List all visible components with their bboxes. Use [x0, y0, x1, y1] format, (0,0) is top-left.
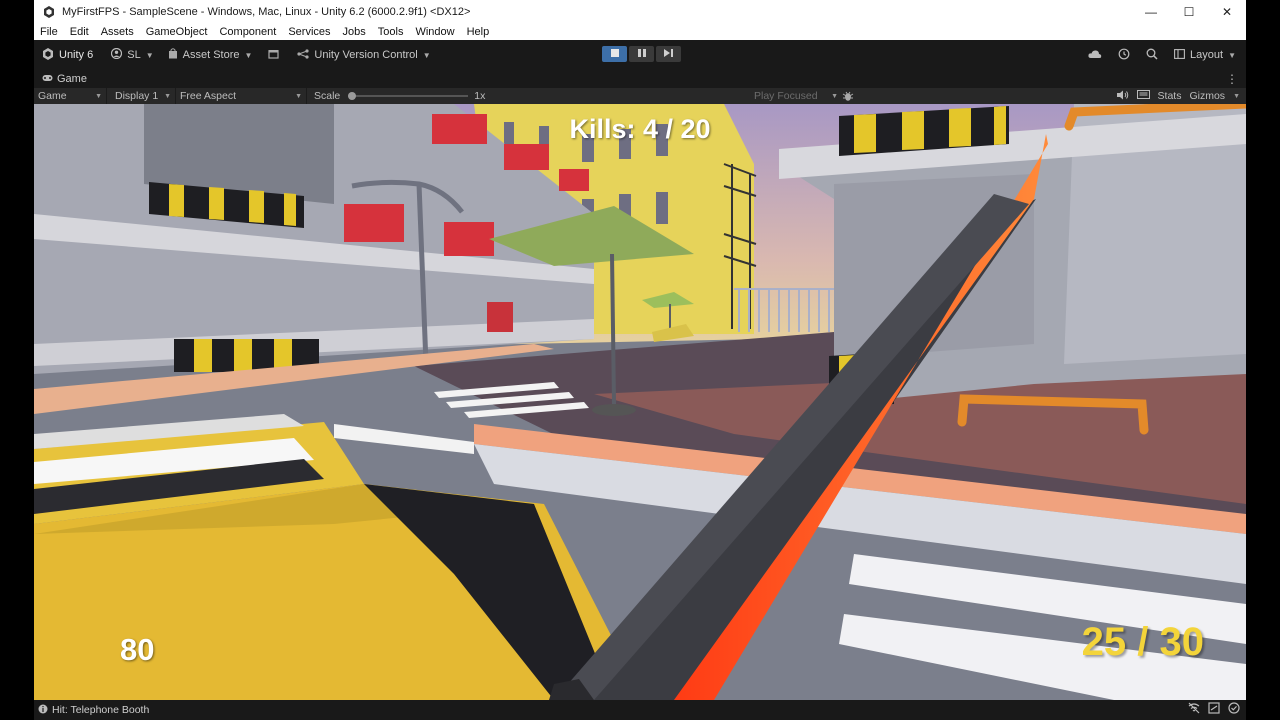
unity-logo-icon: [42, 47, 54, 63]
asset-store-dropdown[interactable]: Asset Store ▼: [168, 48, 253, 62]
menu-edit[interactable]: Edit: [64, 26, 95, 38]
layout-icon: [1174, 48, 1185, 62]
play-stop-button[interactable]: [602, 46, 627, 62]
minimize-button[interactable]: —: [1132, 0, 1170, 24]
chevron-down-icon: ▼: [244, 50, 253, 60]
menu-help[interactable]: Help: [461, 26, 496, 38]
bug-icon[interactable]: [842, 90, 854, 105]
gizmos-button[interactable]: Gizmos: [1189, 90, 1225, 102]
scale-slider[interactable]: [348, 90, 469, 102]
shopping-bag-icon: [168, 48, 178, 62]
game-viewport[interactable]: Kills: 4 / 20 80 25 / 30: [34, 104, 1246, 700]
search-icon[interactable]: [1146, 48, 1158, 63]
version-control-dropdown[interactable]: Unity Version Control ▼: [297, 48, 431, 62]
maximize-button[interactable]: ☐: [1170, 0, 1208, 24]
aspect-label: Free Aspect: [180, 90, 237, 102]
cloud-icon[interactable]: [1088, 49, 1102, 62]
game-scene: [34, 104, 1246, 700]
info-icon: [38, 704, 48, 717]
account-label: SL: [127, 49, 141, 61]
more-options-icon[interactable]: ⋮: [1226, 72, 1238, 86]
layout-label: Layout: [1190, 49, 1224, 61]
step-icon: [664, 48, 673, 60]
menu-bar: File Edit Assets GameObject Component Se…: [34, 24, 1246, 40]
keyboard-icon[interactable]: [1136, 90, 1150, 102]
version-control-icon: [297, 48, 310, 62]
layout-dropdown[interactable]: Layout ▼: [1174, 48, 1236, 62]
game-view-toolbar: Game ▼ Display 1 ▼ Free Aspect ▼ Scale 1…: [34, 88, 1246, 104]
scale-label: Scale: [314, 90, 341, 102]
status-message[interactable]: Hit: Telephone Booth: [52, 704, 149, 716]
scale-value: 1x: [474, 90, 486, 102]
play-controls: [602, 46, 681, 62]
audio-icon[interactable]: [1116, 90, 1129, 103]
packages-button[interactable]: [268, 49, 280, 62]
status-icons: [1188, 702, 1240, 717]
stop-icon: [610, 48, 619, 60]
close-button[interactable]: ✕: [1208, 0, 1246, 24]
menu-file[interactable]: File: [34, 26, 64, 38]
aspect-dropdown[interactable]: Free Aspect ▼: [176, 88, 307, 104]
menu-gameobject[interactable]: GameObject: [140, 26, 214, 38]
version-control-label: Unity Version Control: [314, 49, 418, 61]
chevron-down-icon: ▼: [95, 92, 102, 100]
pause-icon: [637, 48, 646, 60]
account-dropdown[interactable]: SL ▼: [111, 47, 154, 62]
play-mode-dropdown[interactable]: Play Focused ▼: [750, 88, 842, 104]
package-icon: [268, 49, 280, 62]
health-value: 80: [120, 632, 155, 667]
gamepad-icon: [42, 73, 53, 85]
menu-services[interactable]: Services: [282, 26, 336, 38]
tab-game-label: Game: [57, 73, 87, 85]
asset-store-label: Asset Store: [182, 49, 240, 61]
menu-assets[interactable]: Assets: [95, 26, 140, 38]
display-label: Display 1: [115, 90, 159, 102]
view-type-dropdown[interactable]: Game ▼: [34, 88, 107, 104]
pause-button[interactable]: [629, 46, 654, 62]
chevron-down-icon: ▼: [422, 50, 431, 60]
telephone-booth: [487, 302, 513, 332]
game-tab-row: Game ⋮: [34, 70, 1246, 88]
user-icon: [111, 47, 123, 62]
chevron-down-icon: ▼: [1228, 50, 1236, 60]
chevron-down-icon: ▼: [831, 92, 838, 100]
view-type-label: Game: [38, 90, 67, 102]
display-dropdown[interactable]: Display 1 ▼: [111, 88, 176, 104]
menu-window[interactable]: Window: [409, 26, 460, 38]
status-bar: Hit: Telephone Booth: [34, 700, 1246, 720]
menu-component[interactable]: Component: [213, 26, 282, 38]
window-title: MyFirstFPS - SampleScene - Windows, Mac,…: [62, 6, 471, 18]
game-view-right: Stats Gizmos ▼: [1116, 88, 1240, 104]
chevron-down-icon: ▼: [145, 50, 154, 60]
chevron-down-icon: ▼: [164, 92, 171, 100]
chevron-down-icon: ▼: [295, 92, 302, 100]
toolbar-right: Layout ▼: [1088, 40, 1236, 70]
scale-slider-thumb[interactable]: [348, 92, 357, 100]
scale-slider-track: [348, 95, 469, 97]
network-off-icon[interactable]: [1188, 702, 1200, 717]
unity-version-label: Unity 6: [59, 49, 94, 61]
tab-game[interactable]: Game: [42, 73, 87, 85]
step-button[interactable]: [656, 46, 681, 62]
menu-jobs[interactable]: Jobs: [337, 26, 372, 38]
menu-tools[interactable]: Tools: [372, 26, 410, 38]
unity-editor-window: MyFirstFPS - SampleScene - Windows, Mac,…: [34, 0, 1246, 720]
unity-account-button[interactable]: Unity 6: [42, 47, 94, 63]
progress-icon[interactable]: [1208, 702, 1220, 717]
stats-button[interactable]: Stats: [1158, 90, 1182, 102]
title-bar: MyFirstFPS - SampleScene - Windows, Mac,…: [34, 0, 1246, 24]
history-icon[interactable]: [1118, 48, 1130, 63]
check-circle-icon[interactable]: [1228, 702, 1240, 717]
main-toolbar: Unity 6 SL ▼ Asset Store ▼ Unity Version…: [34, 40, 1246, 70]
chevron-down-icon[interactable]: ▼: [1233, 93, 1240, 100]
kills-counter: Kills: 4 / 20: [569, 114, 711, 144]
play-mode-label: Play Focused: [754, 90, 818, 102]
ammo-counter: 25 / 30: [1081, 620, 1204, 664]
unity-app-icon: [42, 5, 56, 19]
